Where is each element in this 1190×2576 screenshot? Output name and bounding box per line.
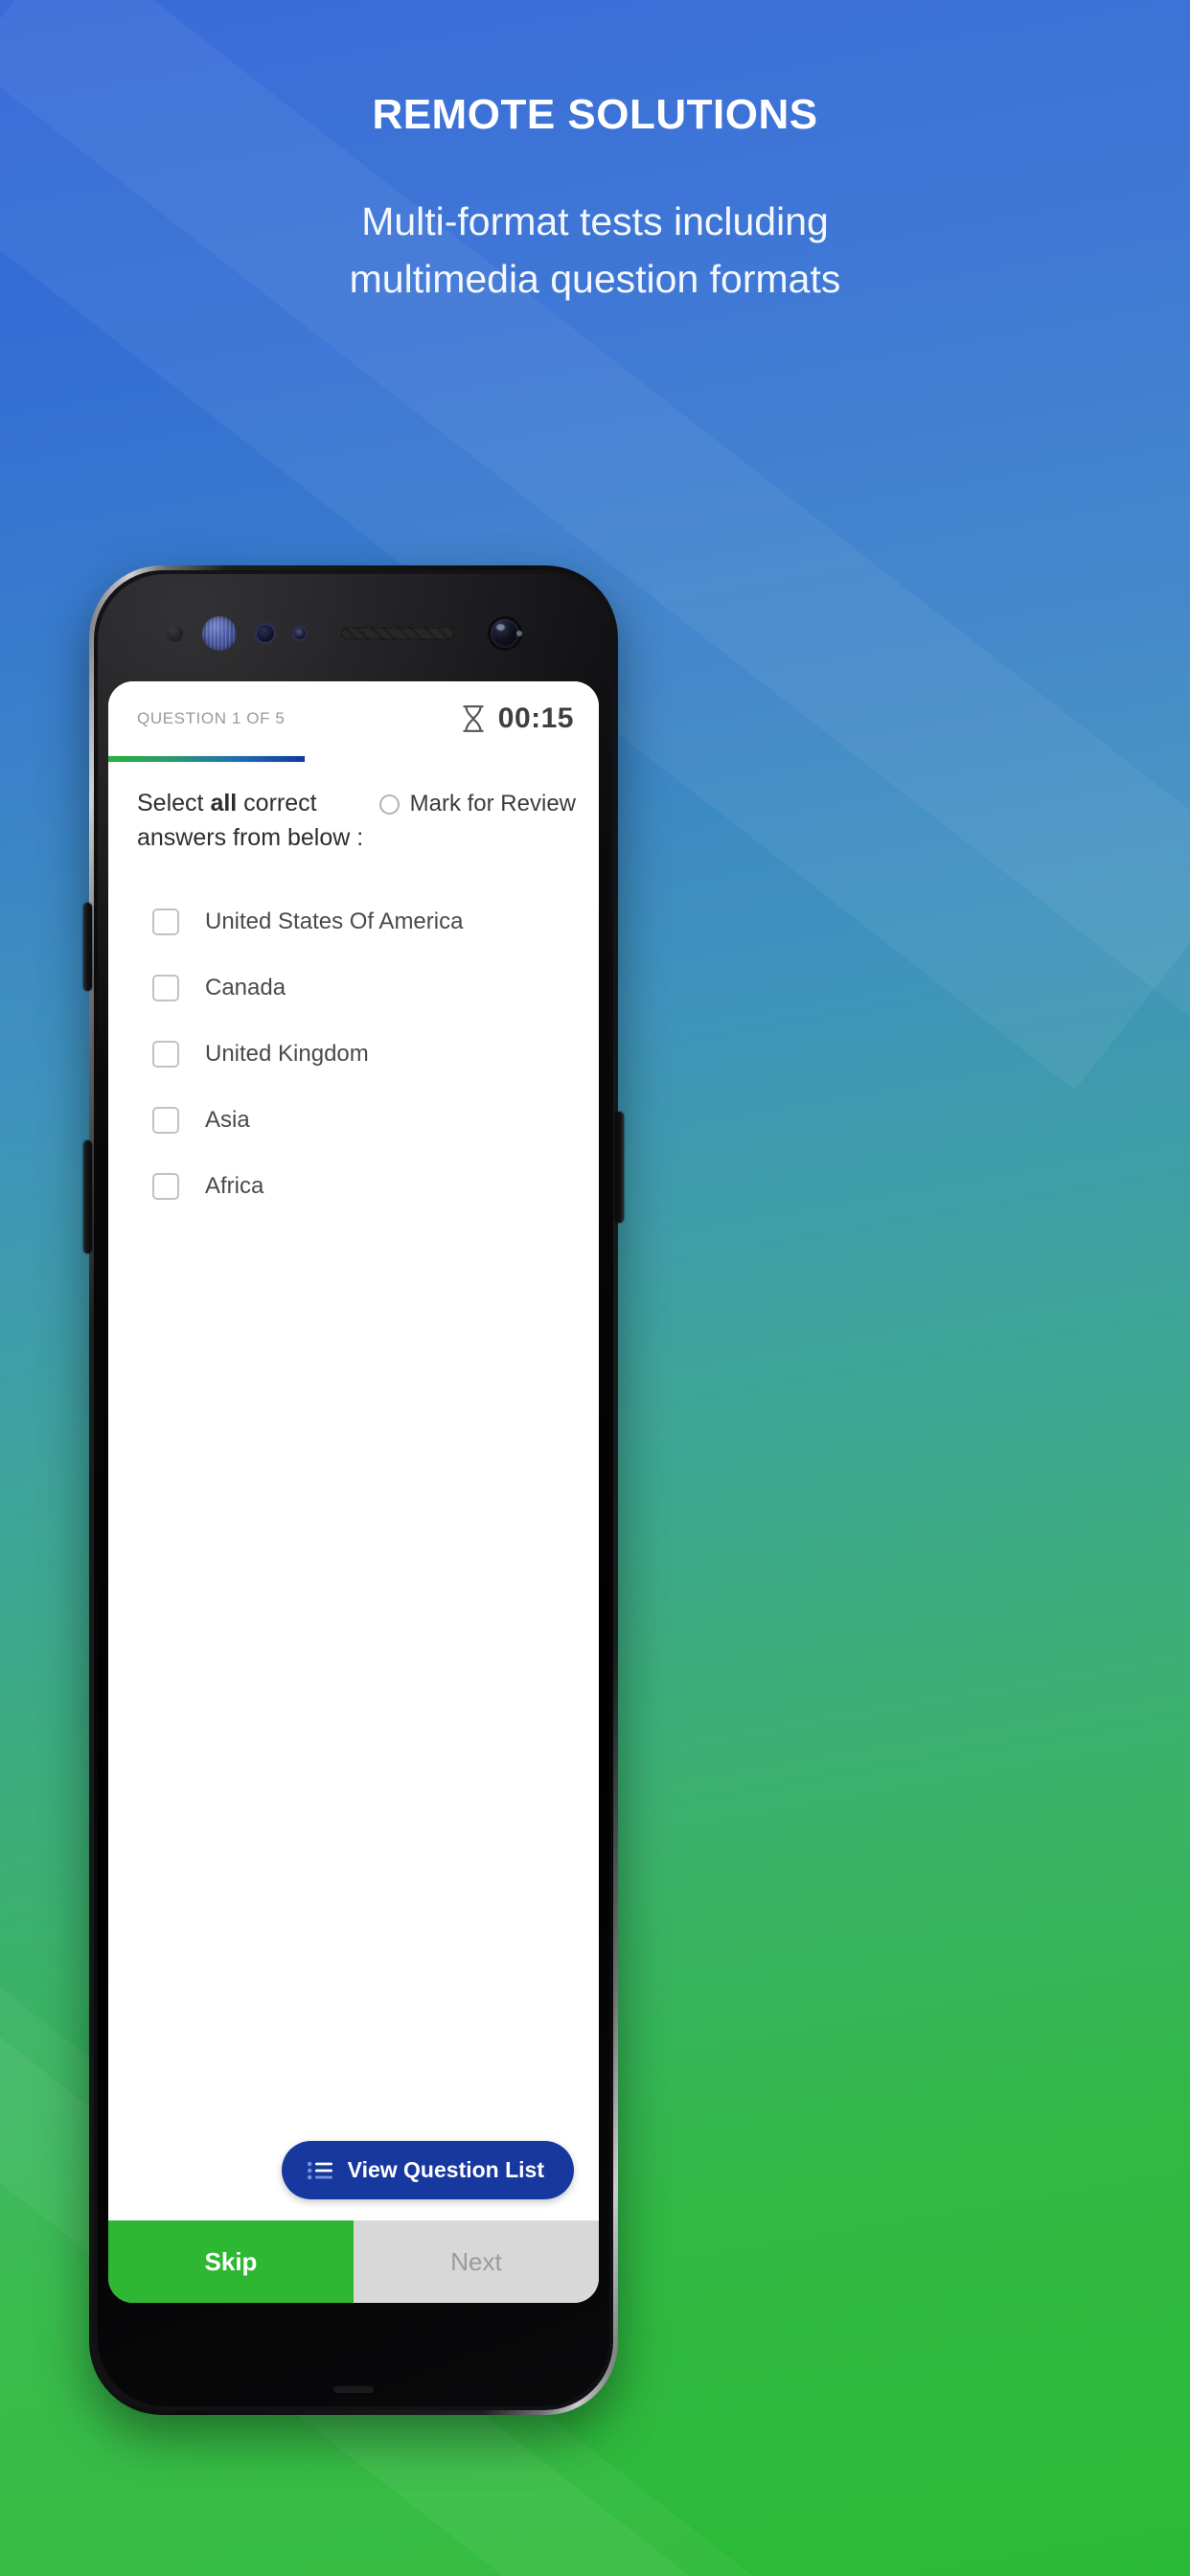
view-question-list-button[interactable]: View Question List: [281, 2141, 574, 2199]
question-prompt: Select all correct answers from below :: [137, 787, 370, 855]
bottom-action-bar: Skip Next: [108, 2220, 599, 2303]
earpiece-speaker-icon: [341, 627, 454, 640]
option-label: Canada: [205, 975, 286, 1000]
option-checkbox[interactable]: [152, 1041, 179, 1068]
question-counter: QUESTION 1 OF 5: [137, 709, 286, 727]
option-row[interactable]: Canada: [137, 963, 576, 1013]
iris-scanner-icon: [202, 616, 237, 651]
option-label: United States Of America: [205, 908, 464, 934]
option-checkbox[interactable]: [152, 908, 179, 935]
option-checkbox[interactable]: [152, 1107, 179, 1134]
infrared-sensor-icon: [167, 625, 183, 642]
question-prompt-row: Select all correct answers from below : …: [137, 787, 576, 855]
view-question-list-label: View Question List: [347, 2157, 544, 2182]
option-row[interactable]: United States Of America: [137, 897, 576, 947]
timer: 00:15: [461, 702, 574, 735]
next-button[interactable]: Next: [354, 2220, 599, 2303]
mark-for-review-toggle[interactable]: Mark for Review: [378, 787, 576, 817]
view-question-list-zone: View Question List: [108, 2141, 599, 2220]
phone-top-sensor-row: [98, 612, 609, 655]
option-label: Asia: [205, 1107, 250, 1133]
promo-subtitle: Multi-format tests including multimedia …: [0, 194, 1190, 308]
phone-volume-button[interactable]: [83, 1140, 92, 1254]
bottom-speaker-port-icon: [333, 2386, 374, 2393]
phone-mockup: QUESTION 1 OF 5 00:15 Select all correct…: [83, 565, 624, 2415]
progress-bar: [108, 756, 599, 762]
hourglass-icon: [461, 704, 486, 733]
option-checkbox[interactable]: [152, 1173, 179, 1200]
radio-button-icon[interactable]: [378, 794, 400, 815]
phone-power-button[interactable]: [615, 1112, 624, 1223]
mark-for-review-label: Mark for Review: [409, 791, 576, 816]
option-row[interactable]: Africa: [137, 1162, 576, 1211]
promo-subtitle-line-2: multimedia question formats: [349, 256, 841, 301]
promo-subtitle-line-1: Multi-format tests including: [361, 199, 829, 244]
question-area-spacer: [137, 1228, 576, 2141]
front-camera-icon: [491, 619, 519, 648]
option-row[interactable]: United Kingdom: [137, 1029, 576, 1079]
progress-bar-fill: [108, 756, 305, 762]
option-label: United Kingdom: [205, 1041, 369, 1067]
timer-value: 00:15: [497, 702, 574, 734]
phone-bixby-button[interactable]: [83, 903, 92, 991]
phone-glass-body: QUESTION 1 OF 5 00:15 Select all correct…: [98, 574, 609, 2406]
answer-option-list: United States Of America Canada United K…: [137, 897, 576, 1228]
app-header: QUESTION 1 OF 5 00:15: [108, 681, 599, 756]
phone-screen: QUESTION 1 OF 5 00:15 Select all correct…: [108, 681, 599, 2303]
question-prompt-prefix: Select: [137, 790, 211, 816]
option-label: Africa: [205, 1173, 264, 1199]
question-prompt-emphasis: all: [210, 790, 238, 816]
option-checkbox[interactable]: [152, 975, 179, 1001]
proximity-sensor-icon: [255, 623, 276, 644]
ambient-light-sensor-icon: [292, 626, 308, 641]
promo-title: REMOTE SOLUTIONS: [372, 91, 818, 138]
led-indicator-icon: [516, 631, 522, 636]
option-row[interactable]: Asia: [137, 1095, 576, 1145]
skip-button[interactable]: Skip: [108, 2220, 354, 2303]
question-area: Select all correct answers from below : …: [108, 762, 599, 2141]
promo-headline-block: REMOTE SOLUTIONS Multi-format tests incl…: [0, 91, 1190, 308]
list-icon: [307, 2161, 332, 2180]
